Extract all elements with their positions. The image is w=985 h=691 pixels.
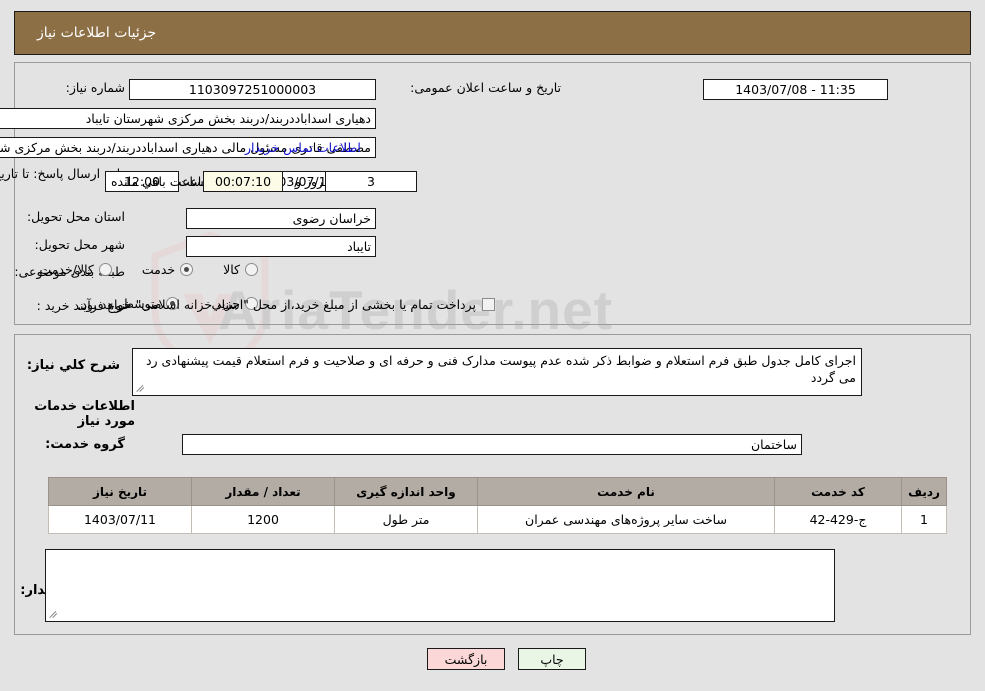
need-number-label-row: شماره نیاز: <box>66 80 125 95</box>
cell-index: 1 <box>901 505 947 534</box>
cell-quantity: 1200 <box>191 505 335 534</box>
cell-name: ساخت سایر پروژه‌های مهندسی عمران <box>477 505 775 534</box>
services-table: ردیف کد خدمت نام خدمت واحد اندازه گیری ت… <box>48 477 947 534</box>
city-label: شهر محل تحویل: <box>34 237 125 252</box>
need-info-panel <box>14 62 971 325</box>
service-group-label: گروه خدمت: <box>45 437 125 452</box>
table-row: 1 ج-429-42 ساخت سایر پروژه‌های مهندسی عم… <box>48 505 947 534</box>
col-index: ردیف <box>901 477 947 506</box>
checkbox-icon-treasury[interactable] <box>482 298 495 311</box>
treasury-checkbox-label: پرداخت تمام یا بخشی از مبلغ خرید،از محل … <box>77 297 476 312</box>
category-option-kala-khedmat[interactable]: کالا/خدمت <box>39 262 112 277</box>
resize-grip-icon-notes[interactable] <box>49 609 59 619</box>
days-remaining-value: 3 <box>325 171 417 192</box>
category-radio-group: کالا خدمت کالا/خدمت <box>39 262 258 277</box>
col-unit: واحد اندازه گیری <box>334 477 478 506</box>
announce-datetime-value: 11:35 - 1403/07/08 <box>703 79 888 100</box>
cell-date: 1403/07/11 <box>48 505 192 534</box>
city-value: تایباد <box>186 236 376 257</box>
need-number-value: 1103097251000003 <box>129 79 376 100</box>
announce-datetime-label-row: تاریخ و ساعت اعلان عمومی: <box>410 80 561 95</box>
general-desc-value: اجرای کامل جدول طبق فرم استعلام و ضوابط … <box>132 348 862 396</box>
cell-unit: متر طول <box>334 505 478 534</box>
table-header-row: ردیف کد خدمت نام خدمت واحد اندازه گیری ت… <box>48 477 947 506</box>
category-option-kala-khedmat-label: کالا/خدمت <box>39 262 94 277</box>
category-option-khedmat-label: خدمت <box>141 262 176 277</box>
page-title: جزئیات اطلاعات نیاز <box>37 25 157 41</box>
category-option-kala[interactable]: کالا <box>223 262 258 277</box>
radio-icon-kala[interactable] <box>245 263 258 276</box>
col-quantity: تعداد / مقدار <box>191 477 335 506</box>
print-button[interactable]: چاپ <box>518 648 586 670</box>
announce-datetime-label: تاریخ و ساعت اعلان عمومی: <box>410 80 561 95</box>
page-title-bar: جزئیات اطلاعات نیاز <box>14 11 971 55</box>
days-word-label: روز و <box>295 174 324 189</box>
general-desc-text: اجرای کامل جدول طبق فرم استعلام و ضوابط … <box>145 353 856 385</box>
buyer-org-value: دهیاری اسداباددربند/دربند بخش مرکزی شهرس… <box>0 108 376 129</box>
services-heading: اطلاعات خدمات مورد نیاز <box>34 399 135 429</box>
province-label: استان محل تحویل: <box>26 209 125 224</box>
buyer-notes-value[interactable] <box>45 549 835 622</box>
cell-code: ج-429-42 <box>774 505 902 534</box>
province-value: خراسان رضوی <box>186 208 376 229</box>
col-date: تاریخ نیاز <box>48 477 192 506</box>
col-name: نام خدمت <box>477 477 775 506</box>
need-number-label: شماره نیاز: <box>65 80 125 95</box>
treasury-checkbox-row[interactable]: پرداخت تمام یا بخشی از مبلغ خرید،از محل … <box>71 297 495 312</box>
col-code: کد خدمت <box>774 477 902 506</box>
service-group-value: ساختمان <box>182 434 802 455</box>
category-option-kala-label: کالا <box>223 262 240 277</box>
province-label-row: استان محل تحویل: <box>27 209 125 224</box>
category-option-khedmat[interactable]: خدمت <box>141 262 194 277</box>
countdown-value: 00:07:10 <box>203 171 283 192</box>
radio-icon-khedmat[interactable] <box>180 263 194 276</box>
resize-grip-icon-desc[interactable] <box>136 383 146 393</box>
buyer-contact-link[interactable]: اطلاعات تماس خریدار <box>245 140 361 155</box>
remaining-word-label: ساعت باقي مانده <box>111 174 204 189</box>
city-label-row: شهر محل تحویل: <box>35 237 125 252</box>
back-button[interactable]: بازگشت <box>427 648 505 670</box>
general-desc-label: شرح کلي نیاز: <box>26 358 120 373</box>
radio-icon-kala-khedmat[interactable] <box>98 263 112 276</box>
